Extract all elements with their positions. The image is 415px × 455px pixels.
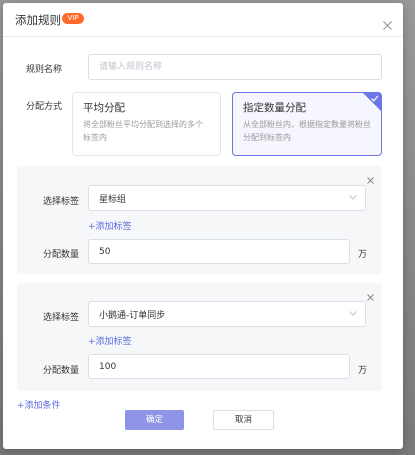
dialog-header: 添加规则 VIP	[3, 3, 403, 37]
card-description: 从全部粉丝内，根据指定数量将粉丝分配到标签内	[243, 120, 371, 142]
tag-select-value: 星标组	[99, 194, 127, 205]
tag-select[interactable]: 星标组	[88, 185, 366, 211]
specified-quantity-card[interactable]: 指定数量分配 从全部粉丝内，根据指定数量将粉丝分配到标签内	[232, 92, 382, 156]
select-tag-label: 选择标签	[43, 313, 80, 323]
dialog-title: 添加规则	[15, 13, 61, 27]
rule-name-label: 规则名称	[26, 65, 63, 75]
count-label: 分配数量	[43, 250, 80, 260]
remove-condition-icon[interactable]	[366, 287, 375, 301]
chevron-down-icon	[349, 311, 357, 316]
count-input[interactable]: 100	[88, 354, 350, 379]
vip-badge: VIP	[62, 13, 84, 24]
distribution-label: 分配方式	[26, 102, 63, 112]
tag-select-value: 小鹅通-订单同步	[99, 310, 166, 321]
add-rule-dialog: 添加规则 VIP 规则名称 分配方式 平均分配 将全部粉丝平均分配到选择的多个标…	[3, 3, 403, 449]
average-distribution-card[interactable]: 平均分配 将全部粉丝平均分配到选择的多个标签内	[72, 92, 221, 156]
condition-box: 选择标签 星标组 +添加标签 分配数量 50 万	[17, 166, 382, 274]
remove-condition-icon[interactable]	[366, 170, 375, 184]
rule-name-input[interactable]	[88, 54, 382, 80]
add-tag-link[interactable]: +添加标签	[88, 219, 132, 232]
unit-label: 万	[358, 250, 368, 260]
add-tag-link[interactable]: +添加标签	[88, 334, 132, 347]
count-value: 100	[99, 361, 117, 372]
cancel-button[interactable]: 取消	[213, 410, 274, 430]
add-condition-link[interactable]: +添加条件	[17, 398, 61, 411]
confirm-button[interactable]: 确定	[125, 410, 184, 430]
card-title: 平均分配	[83, 102, 125, 114]
card-description: 将全部粉丝平均分配到选择的多个标签内	[83, 120, 203, 142]
tag-select[interactable]: 小鹅通-订单同步	[88, 301, 366, 327]
count-label: 分配数量	[43, 366, 80, 376]
check-icon	[371, 95, 379, 102]
unit-label: 万	[358, 366, 368, 376]
condition-box: 选择标签 小鹅通-订单同步 +添加标签 分配数量 100 万	[17, 283, 382, 391]
count-value: 50	[99, 246, 111, 257]
chevron-down-icon	[349, 195, 357, 200]
select-tag-label: 选择标签	[43, 197, 80, 207]
close-icon[interactable]	[382, 16, 393, 30]
card-title: 指定数量分配	[243, 102, 306, 114]
count-input[interactable]: 50	[88, 239, 350, 264]
